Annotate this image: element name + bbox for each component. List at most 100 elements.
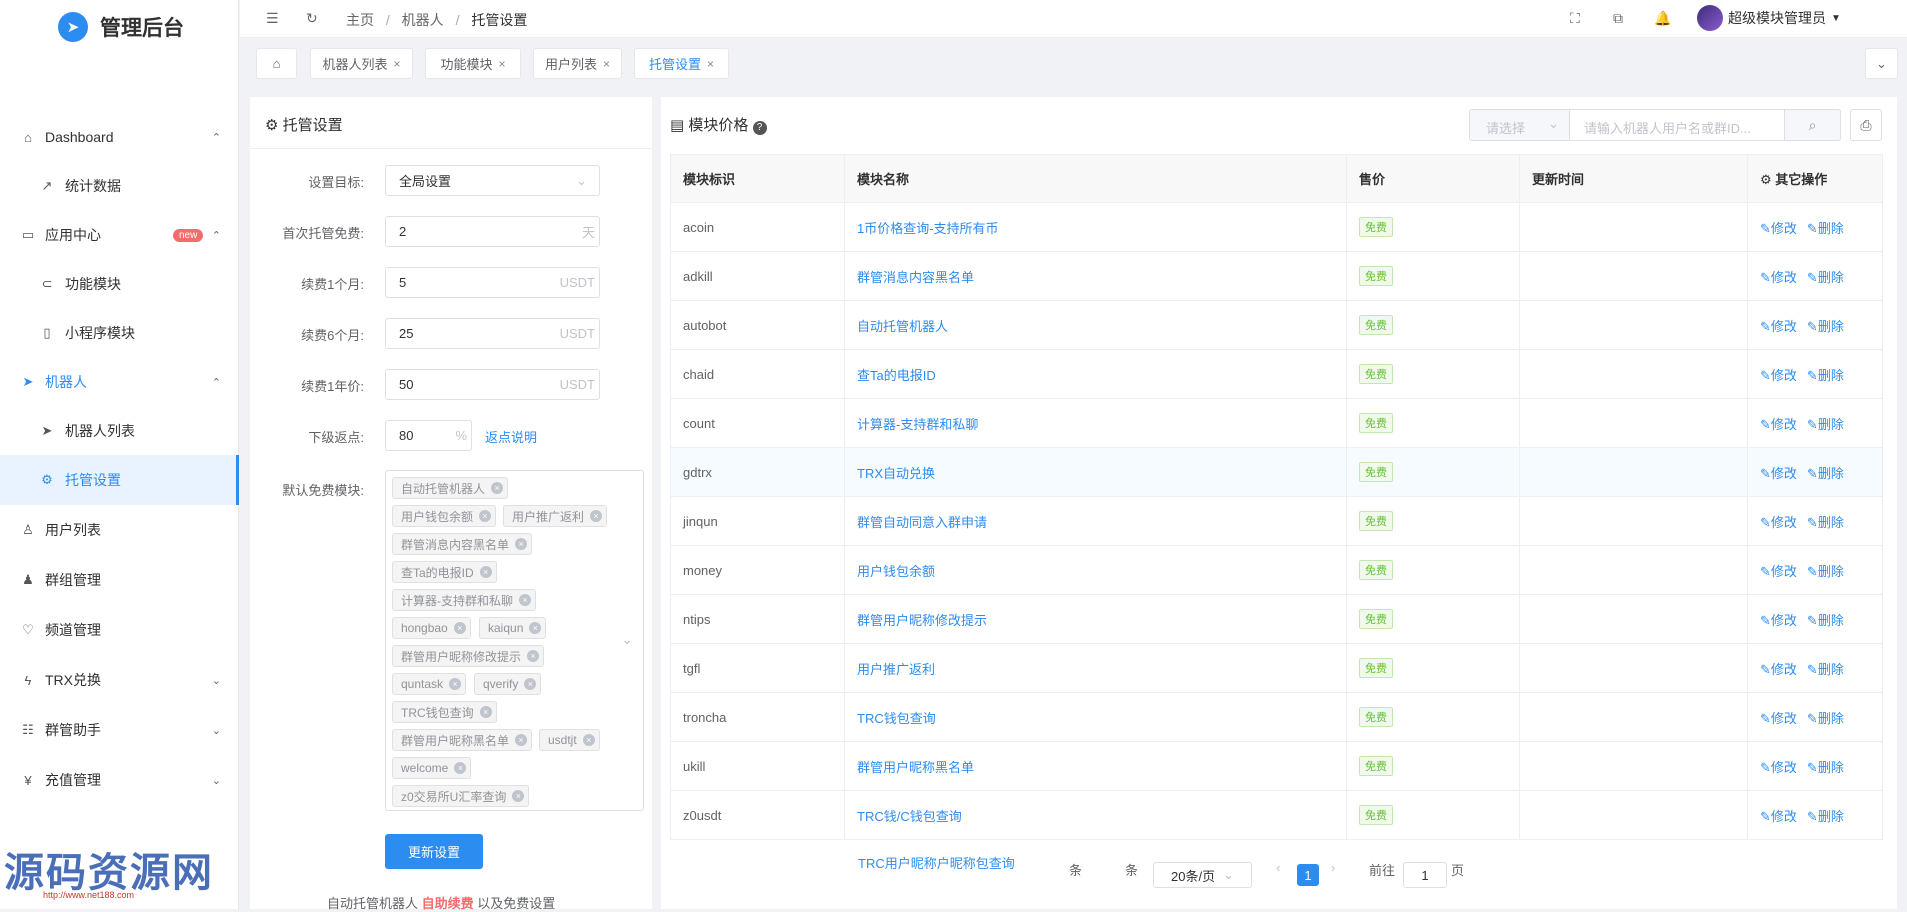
tab-robot-list[interactable]: 机器人列表 × [310,48,413,79]
module-name[interactable]: TRC钱/C钱包查询 [844,790,1347,840]
module-name[interactable]: TRC钱包查询 [844,692,1347,742]
edit-button[interactable]: ✎修改 [1760,809,1797,824]
chip-close-icon[interactable]: × [512,790,525,802]
chip-close-icon[interactable]: × [479,510,492,522]
module-name[interactable]: 群管自动同意入群申请 [844,496,1347,546]
menu-fold-icon[interactable]: ☰ [266,10,279,27]
module-name[interactable]: 查Ta的电报ID [844,349,1347,399]
module-name[interactable]: 自动托管机器人 [844,300,1347,350]
goto-input[interactable]: 1 [1403,862,1447,888]
edit-button[interactable]: ✎修改 [1760,270,1797,285]
sidebar-item-9[interactable]: ♟ 群组管理 [0,555,239,605]
module-name[interactable]: 群管用户昵称修改提示 [844,594,1347,644]
chip-close-icon[interactable]: × [491,482,504,494]
renew1-input[interactable]: 5 USDT [385,267,600,298]
edit-button[interactable]: ✎修改 [1760,613,1797,628]
refresh-icon[interactable]: ↻ [306,10,318,27]
edit-button[interactable]: ✎修改 [1760,662,1797,677]
sidebar-item-2[interactable]: ▭ 应用中心 new ⌃ [0,210,239,260]
delete-button[interactable]: ✎删除 [1807,662,1844,677]
sidebar-item-5[interactable]: ➤ 机器人 ⌃ [0,357,239,407]
first-free-input[interactable]: 2 天 [385,216,600,247]
chip-close-icon[interactable]: × [527,650,540,662]
edit-button[interactable]: ✎修改 [1760,515,1797,530]
close-icon[interactable]: × [499,57,506,71]
sidebar-item-10[interactable]: ♡ 频道管理 [0,605,239,655]
sidebar-item-3[interactable]: ⊂ 功能模块 [0,259,239,309]
chip-close-icon[interactable]: × [519,594,531,606]
chip-close-icon[interactable]: × [582,734,595,746]
tabs-more-button[interactable]: ⌄ [1865,48,1898,79]
edit-button[interactable]: ✎修改 [1760,711,1797,726]
export-button[interactable]: ⎙ [1850,109,1882,141]
delete-button[interactable]: ✎删除 [1807,711,1844,726]
delete-button[interactable]: ✎删除 [1807,809,1844,824]
edit-button[interactable]: ✎修改 [1760,368,1797,383]
delete-button[interactable]: ✎删除 [1807,270,1844,285]
rebate-help-link[interactable]: 返点说明 [485,427,537,446]
sidebar-item-4[interactable]: ▯ 小程序模块 [0,308,239,358]
module-name[interactable]: 群管消息内容黑名单 [844,251,1347,301]
translate-icon[interactable]: ⧉ [1613,10,1623,27]
delete-button[interactable]: ✎删除 [1807,466,1844,481]
chip-close-icon[interactable]: × [479,706,492,718]
chip-close-icon[interactable]: × [529,622,542,634]
chip-close-icon[interactable]: × [590,510,603,522]
module-name[interactable]: 用户推广返利 [844,643,1347,693]
chip-close-icon[interactable]: × [454,762,467,774]
edit-button[interactable]: ✎修改 [1760,417,1797,432]
edit-button[interactable]: ✎修改 [1760,221,1797,236]
module-name[interactable]: 计算器-支持群和私聊 [844,398,1347,448]
user-menu[interactable]: 超级模块管理员 ▼ [1697,5,1841,31]
chip-close-icon[interactable]: × [479,566,492,578]
chip-close-icon[interactable]: × [453,622,466,634]
chip-close-icon[interactable]: × [515,734,528,746]
fullscreen-icon[interactable]: ⛶ [1570,10,1580,27]
edit-button[interactable]: ✎修改 [1760,319,1797,334]
tab-home[interactable]: ⌂ [256,48,297,79]
bell-icon[interactable]: 🔔 [1654,10,1671,27]
tab-hosting-settings[interactable]: 托管设置 × [634,48,729,79]
sidebar-item-12[interactable]: ☷ 群管助手 ⌄ [0,705,239,755]
delete-button[interactable]: ✎删除 [1807,613,1844,628]
chip-close-icon[interactable]: × [449,678,462,690]
close-icon[interactable]: × [707,57,714,71]
delete-button[interactable]: ✎删除 [1807,515,1844,530]
chip-close-icon[interactable]: × [524,678,537,690]
next-page-icon[interactable]: › [1331,860,1335,875]
search-input[interactable]: 请输入机器人用户名或群ID... [1569,109,1785,141]
update-settings-button[interactable]: 更新设置 [385,834,483,869]
tab-modules[interactable]: 功能模块 × [425,48,521,79]
tab-user-list[interactable]: 用户列表 × [533,48,622,79]
edit-button[interactable]: ✎修改 [1760,564,1797,579]
module-name[interactable]: TRX自动兑换 [844,447,1347,497]
delete-button[interactable]: ✎删除 [1807,417,1844,432]
sidebar-item-11[interactable]: ϟ TRX兑换 ⌄ [0,655,239,705]
close-icon[interactable]: × [603,57,610,71]
renew12-input[interactable]: 50 USDT [385,369,600,400]
delete-button[interactable]: ✎删除 [1807,319,1844,334]
question-icon[interactable]: ? [752,121,767,135]
filter-select[interactable]: 请选择 ⌄ [1469,109,1570,141]
delete-button[interactable]: ✎删除 [1807,760,1844,775]
delete-button[interactable]: ✎删除 [1807,221,1844,236]
edit-button[interactable]: ✎修改 [1760,760,1797,775]
target-select[interactable]: 全局设置 ⌄ [385,165,600,196]
sidebar-item-1[interactable]: ↗ 统计数据 [0,161,239,211]
rebate-input[interactable]: 80 % [385,420,472,451]
module-name[interactable]: 用户钱包余额 [844,545,1347,595]
module-name[interactable]: 1币价格查询-支持所有币 [844,202,1347,252]
renew6-input[interactable]: 25 USDT [385,318,600,349]
sidebar-item-13[interactable]: ¥ 充值管理 ⌄ [0,755,239,805]
delete-button[interactable]: ✎删除 [1807,368,1844,383]
sidebar-item-0[interactable]: ⌂ Dashboard ⌃ [0,112,239,162]
sidebar-item-6[interactable]: ➤ 机器人列表 [0,406,239,456]
sidebar-item-7[interactable]: ⚙ 托管设置 [0,455,239,505]
module-name[interactable]: 群管用户昵称黑名单 [844,741,1347,791]
page-number-current[interactable]: 1 [1297,864,1319,886]
close-icon[interactable]: × [394,57,401,71]
chip-close-icon[interactable]: × [515,538,528,550]
breadcrumb-home[interactable]: 主页 [346,12,374,28]
page-size-select[interactable]: 20条/页 ⌄ [1153,862,1252,888]
sidebar-item-8[interactable]: ♙ 用户列表 [0,505,239,555]
